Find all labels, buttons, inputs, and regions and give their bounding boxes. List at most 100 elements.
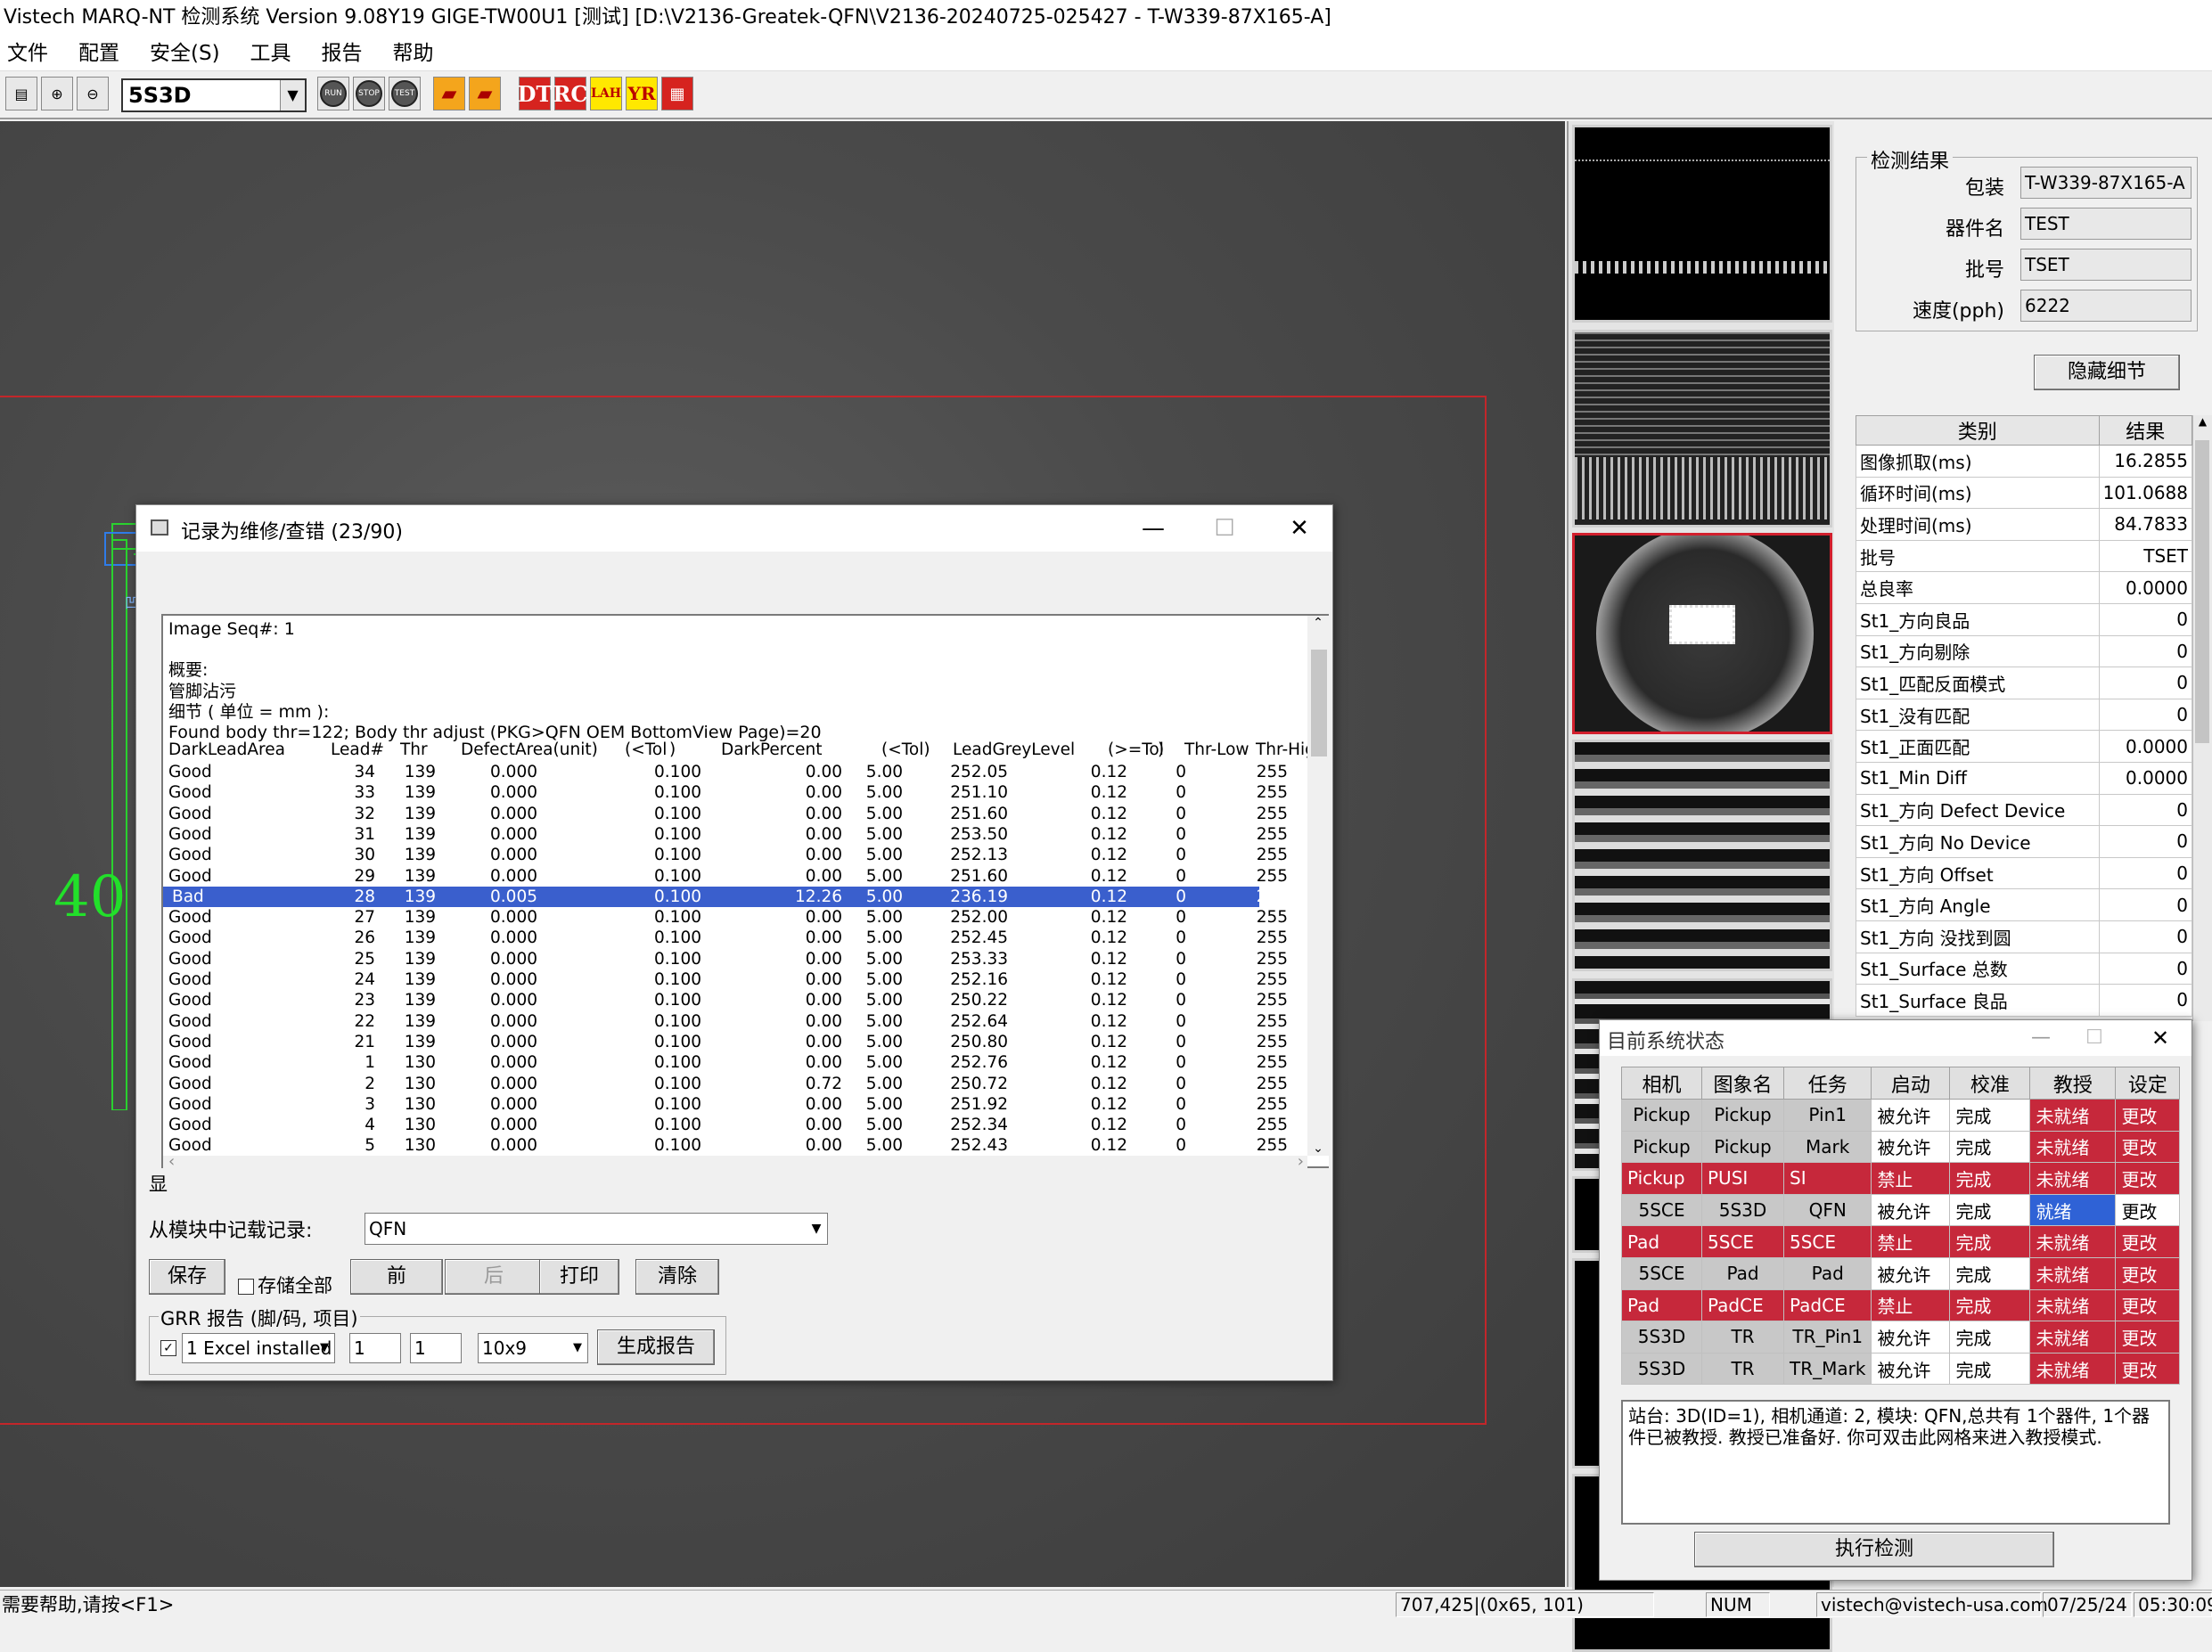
- status-row[interactable]: 5S3D TR TR_Mark 被允许 完成 未就绪 更改: [1621, 1352, 2181, 1386]
- log-row[interactable]: Good 1 130 0.000 0.100 0.00 5.00 252.76 0.12 0 255: [163, 1052, 1288, 1073]
- stat-row[interactable]: St1_方向 没找到圆 0: [1856, 920, 2193, 953]
- dt-button[interactable]: DT: [518, 77, 552, 110]
- log-row[interactable]: Good 26 139 0.000 0.100 0.00 5.00 252.45 0.12 0 25…: [163, 928, 1288, 948]
- status-cell-set[interactable]: 更改: [2115, 1288, 2181, 1322]
- hide-detail-button[interactable]: 隐藏细节: [2034, 355, 2180, 390]
- stat-row[interactable]: 总良率 0.0000: [1856, 571, 2193, 604]
- excel-select[interactable]: 1 Excel installed ▼: [182, 1333, 335, 1363]
- next-button[interactable]: 后: [445, 1259, 543, 1295]
- save-folder-icon[interactable]: ▰: [469, 77, 501, 110]
- close-icon[interactable]: ✕: [2138, 1018, 2183, 1058]
- stat-row[interactable]: 图像抓取(ms) 16.2855: [1856, 445, 2193, 478]
- log-row[interactable]: Bad 28 139 0.005 0.100 12.26 5.00 236.19 0.12 0 25…: [163, 886, 1288, 907]
- stat-row[interactable]: St1_方向 Defect Device 0: [1856, 793, 2193, 827]
- zoom-out-icon[interactable]: ⊖: [77, 77, 109, 110]
- log-row[interactable]: Good 4 130 0.000 0.100 0.00 5.00 252.34 0.12 0 255: [163, 1115, 1288, 1135]
- yr-button[interactable]: YR: [626, 77, 658, 110]
- lah-button[interactable]: LAH: [590, 77, 622, 110]
- run-button[interactable]: RUN: [317, 77, 349, 110]
- grr-input-a[interactable]: 1: [349, 1333, 401, 1363]
- status-row[interactable]: Pickup Pickup Mark 被允许 完成 未就绪 更改: [1621, 1130, 2181, 1164]
- zoom-in-icon[interactable]: ⊕: [41, 77, 73, 110]
- chevron-down-icon[interactable]: ▼: [806, 1214, 827, 1244]
- stat-row[interactable]: 批号 TSET: [1856, 539, 2193, 573]
- status-cell-set[interactable]: 更改: [2115, 1193, 2181, 1227]
- menu-help[interactable]: 帮助: [386, 36, 441, 71]
- status-row[interactable]: Pad PadCE PadCE 禁止 完成 未就绪 更改: [1621, 1288, 2181, 1322]
- log-row[interactable]: Good 30 139 0.000 0.100 0.00 5.00 252.13 0.12 0 25…: [163, 845, 1288, 865]
- stat-row[interactable]: St1_正面匹配 0.0000: [1856, 730, 2193, 763]
- log-row[interactable]: Good 32 139 0.000 0.100 0.00 5.00 251.60 0.12 0 25…: [163, 804, 1288, 824]
- thumbnail-1[interactable]: [1572, 125, 1832, 323]
- log-row[interactable]: Good 2 130 0.000 0.100 0.72 5.00 250.72 0.12 0 255: [163, 1074, 1288, 1094]
- status-cell-set[interactable]: 更改: [2115, 1099, 2181, 1132]
- col-result[interactable]: 结果: [2098, 415, 2193, 446]
- status-row[interactable]: 5SCE 5S3D QFN 被允许 完成 就绪 更改: [1621, 1193, 2181, 1227]
- log-row[interactable]: Good 21 139 0.000 0.100 0.00 5.00 250.80 0.12 0 25…: [163, 1032, 1288, 1052]
- menu-security[interactable]: 安全(S): [143, 36, 227, 71]
- stat-row[interactable]: St1_方向 Offset 0: [1856, 856, 2193, 890]
- log-row[interactable]: Good 3 130 0.000 0.100 0.00 5.00 251.92 0.12 0 255: [163, 1094, 1288, 1115]
- status-cell-set[interactable]: 更改: [2115, 1162, 2181, 1195]
- log-horizontal-scrollbar[interactable]: ‹ ›: [163, 1152, 1307, 1172]
- col-category[interactable]: 类别: [1856, 415, 2100, 446]
- scroll-up-icon[interactable]: ⌃: [1307, 616, 1329, 630]
- save-button[interactable]: 保存: [149, 1259, 225, 1295]
- menu-file[interactable]: 文件: [0, 36, 55, 71]
- maximize-icon[interactable]: ☐: [1202, 509, 1247, 548]
- stat-row[interactable]: St1_没有匹配 0: [1856, 698, 2193, 732]
- minimize-icon[interactable]: —: [1131, 509, 1176, 548]
- status-row[interactable]: 5S3D TR TR_Pin1 被允许 完成 未就绪 更改: [1621, 1321, 2181, 1353]
- stat-row[interactable]: St1_方向 Angle 0: [1856, 888, 2193, 921]
- stat-row[interactable]: St1_Surface 良品 0: [1856, 984, 2193, 1017]
- grr-input-b[interactable]: 1: [410, 1333, 462, 1363]
- scroll-down-icon[interactable]: ⌄: [1307, 1141, 1329, 1156]
- open-folder-icon[interactable]: ▰: [433, 77, 465, 110]
- stat-row[interactable]: St1_Surface 总数 0: [1856, 952, 2193, 985]
- menu-tools[interactable]: 工具: [243, 36, 299, 71]
- status-cell-set[interactable]: 更改: [2115, 1130, 2181, 1164]
- thumbnail-4[interactable]: [1572, 740, 1832, 971]
- checkbox-icon[interactable]: [238, 1279, 254, 1295]
- stat-row[interactable]: St1_方向良品 0: [1856, 602, 2193, 636]
- clear-button[interactable]: 清除: [635, 1259, 719, 1295]
- log-row[interactable]: Good 25 139 0.000 0.100 0.00 5.00 253.33 0.12 0 25…: [163, 949, 1288, 969]
- camera-icon[interactable]: ▤: [5, 77, 37, 110]
- generate-report-button[interactable]: 生成报告: [597, 1329, 715, 1365]
- prev-button[interactable]: 前: [350, 1259, 443, 1295]
- scrollbar-thumb[interactable]: [1311, 650, 1327, 756]
- scroll-up-icon[interactable]: ▲: [2193, 415, 2212, 428]
- log-row[interactable]: Good 24 139 0.000 0.100 0.00 5.00 252.16 0.12 0 25…: [163, 969, 1288, 990]
- log-row[interactable]: Good 27 139 0.000 0.100 0.00 5.00 252.00 0.12 0 25…: [163, 907, 1288, 928]
- stat-row[interactable]: St1_方向 No Device 0: [1856, 825, 2193, 858]
- system-status-titlebar[interactable]: 目前系统状态 — ☐ ✕: [1600, 1020, 2192, 1056]
- grid-icon[interactable]: ▦: [661, 77, 693, 110]
- thumbnail-3-selected[interactable]: [1572, 533, 1832, 734]
- status-cell-set[interactable]: 更改: [2115, 1321, 2181, 1353]
- scroll-right-icon[interactable]: ›: [1298, 1152, 1304, 1171]
- stat-row[interactable]: 处理时间(ms) 84.7833: [1856, 508, 2193, 541]
- scrollbar-thumb[interactable]: [2195, 440, 2209, 743]
- grr-checkbox[interactable]: ✓: [160, 1340, 176, 1356]
- stat-row[interactable]: 循环时间(ms) 101.0688: [1856, 476, 2193, 510]
- maximize-icon[interactable]: ☐: [2072, 1018, 2117, 1058]
- log-row[interactable]: Good 34 139 0.000 0.100 0.00 5.00 252.05 0.12 0 25…: [163, 762, 1288, 782]
- menu-report[interactable]: 报告: [315, 36, 370, 71]
- status-cell-set[interactable]: 更改: [2115, 1352, 2181, 1386]
- save-all-checkbox[interactable]: 存储全部: [238, 1272, 332, 1298]
- chevron-down-icon[interactable]: ▼: [280, 80, 305, 110]
- module-select[interactable]: QFN ▼: [365, 1213, 828, 1245]
- model-select[interactable]: 5S3D ▼: [121, 78, 307, 112]
- rc-button[interactable]: RC: [553, 77, 588, 110]
- stop-button[interactable]: STOP: [353, 77, 385, 110]
- test-button[interactable]: TEST: [389, 77, 421, 110]
- stats-scrollbar[interactable]: ▲: [2192, 415, 2212, 1021]
- status-row[interactable]: Pickup PUSI SI 禁止 完成 未就绪 更改: [1621, 1162, 2181, 1195]
- log-row[interactable]: Good 29 139 0.000 0.100 0.00 5.00 251.60 0.12 0 25…: [163, 866, 1288, 887]
- record-dialog-titlebar[interactable]: 记录为维修/查错 (23/90) — ☐ ✕: [136, 505, 1332, 552]
- print-button[interactable]: 打印: [539, 1259, 619, 1295]
- status-row[interactable]: 5SCE Pad Pad 被允许 完成 未就绪 更改: [1621, 1256, 2181, 1290]
- minimize-icon[interactable]: —: [2019, 1018, 2063, 1058]
- scroll-left-icon[interactable]: ‹: [168, 1152, 175, 1171]
- status-row[interactable]: Pickup Pickup Pin1 被允许 完成 未就绪 更改: [1621, 1099, 2181, 1132]
